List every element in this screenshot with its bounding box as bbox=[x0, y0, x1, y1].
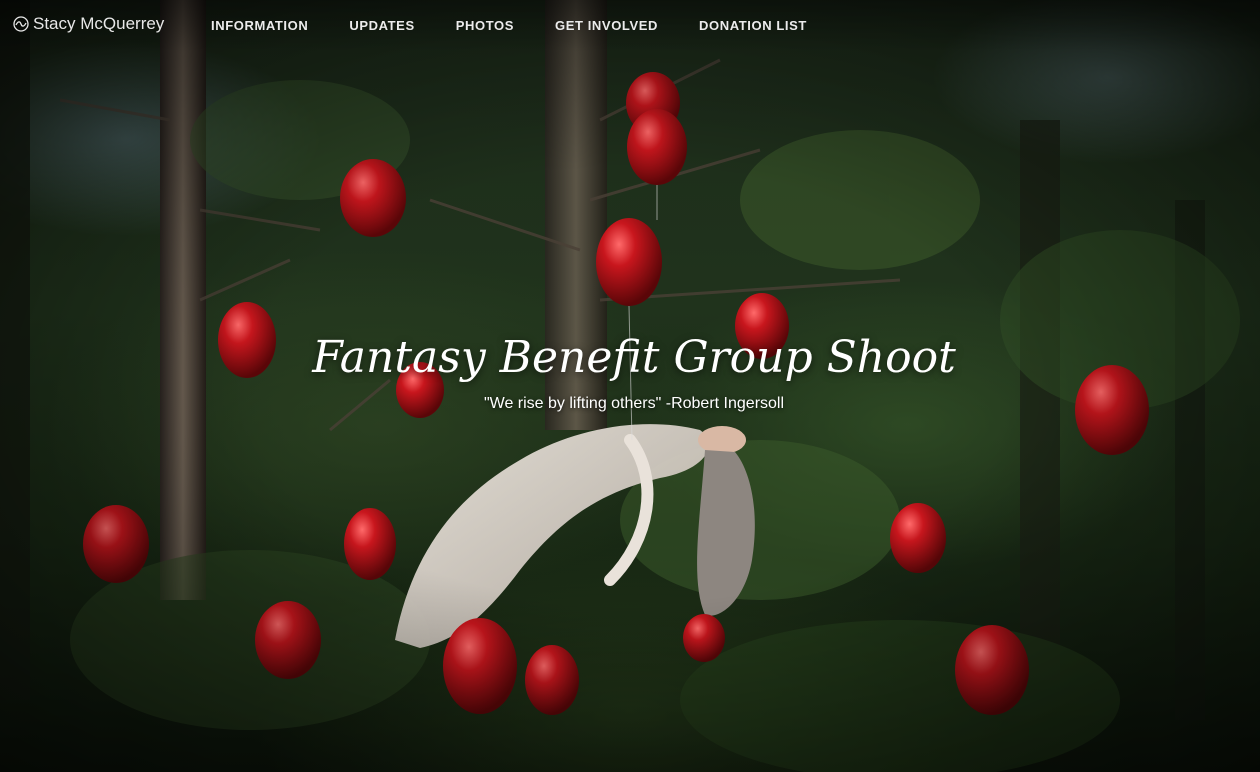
nav-item-donation-list[interactable]: DONATION LIST bbox=[699, 18, 807, 33]
hero-text: Fantasy Benefit Group Shoot "We rise by … bbox=[0, 322, 1260, 414]
circle-wave-icon bbox=[13, 16, 29, 32]
page-title: Fantasy Benefit Group Shoot bbox=[312, 332, 956, 383]
nav-item-photos[interactable]: PHOTOS bbox=[456, 18, 514, 33]
nav-menu: INFORMATION UPDATES PHOTOS GET INVOLVED … bbox=[211, 18, 848, 33]
site-logo[interactable]: Stacy McQuerrey bbox=[13, 14, 164, 34]
site-logo-text: Stacy McQuerrey bbox=[33, 14, 165, 33]
top-navigation: Stacy McQuerrey INFORMATION UPDATES PHOT… bbox=[0, 0, 1260, 52]
hero-quote: "We rise by lifting others" -Robert Inge… bbox=[483, 395, 785, 412]
nav-item-information[interactable]: INFORMATION bbox=[211, 18, 308, 33]
nav-item-get-involved[interactable]: GET INVOLVED bbox=[555, 18, 658, 33]
nav-item-updates[interactable]: UPDATES bbox=[349, 18, 414, 33]
